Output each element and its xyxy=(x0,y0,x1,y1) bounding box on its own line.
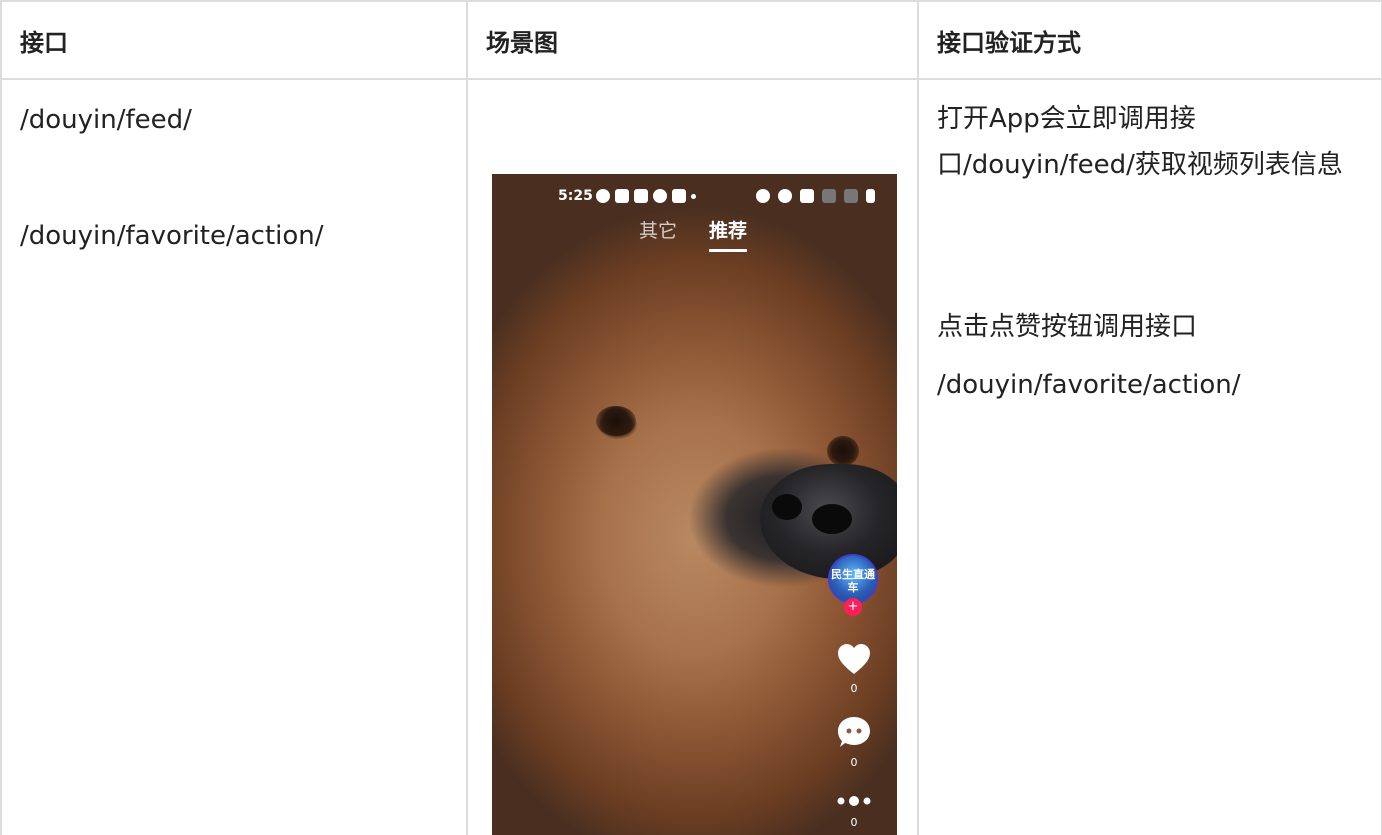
alarm-icon xyxy=(756,189,770,203)
avatar-text: 民生直通车 xyxy=(831,568,875,594)
bear-eye xyxy=(596,406,636,436)
cell-verification-method: 打开App会立即调用接口/douyin/feed/获取视频列表信息 点击点赞按钮… xyxy=(917,78,1382,835)
verification-feed-text: 打开App会立即调用接口/douyin/feed/获取视频列表信息 xyxy=(937,104,1343,180)
share-count: 0 xyxy=(850,816,858,829)
follow-button[interactable]: + xyxy=(844,598,862,616)
status-bar: 5:25 xyxy=(492,186,897,208)
comment-count: 0 xyxy=(850,756,858,769)
status-time: 5:25 xyxy=(558,188,593,204)
browser-notification-icon xyxy=(653,189,667,203)
battery-icon xyxy=(866,189,875,203)
cell-endpoints: /douyin/feed/ /douyin/favorite/action/ xyxy=(0,78,468,835)
header-interface: 接口 xyxy=(0,0,468,80)
app-notification-icon xyxy=(596,189,610,203)
comment-icon[interactable] xyxy=(836,714,872,750)
heart-icon[interactable] xyxy=(836,642,872,678)
author-avatar[interactable]: 民生直通车 xyxy=(828,554,878,604)
header-scene-image: 场景图 xyxy=(466,0,919,80)
endpoint-favorite-action: /douyin/favorite/action/ xyxy=(20,221,324,251)
notification-icons xyxy=(596,189,696,203)
app-notification-icon xyxy=(672,189,686,203)
bear-nostril xyxy=(812,504,852,534)
phone-screenshot: 5:25 其它 推荐 民生直通车 + 0 0 0 xyxy=(492,174,897,835)
share-more-icon[interactable] xyxy=(835,794,873,808)
active-tab-indicator xyxy=(709,249,747,252)
cell-scene-image: 5:25 其它 推荐 民生直通车 + 0 0 0 xyxy=(466,78,919,835)
signal-icon xyxy=(844,189,858,203)
verification-like-endpoint: /douyin/favorite/action/ xyxy=(937,370,1241,400)
signal-icon xyxy=(822,189,836,203)
do-not-disturb-icon xyxy=(778,189,792,203)
bear-eye xyxy=(827,436,859,466)
table-row: /douyin/feed/ /douyin/favorite/action/ 5… xyxy=(0,78,1382,835)
interface-table: 接口 场景图 接口验证方式 /douyin/feed/ /douyin/favo… xyxy=(0,0,1382,835)
feed-tabs: 其它 推荐 xyxy=(492,216,897,256)
like-count: 0 xyxy=(850,682,858,695)
system-icons xyxy=(756,189,875,203)
header-verification-method: 接口验证方式 xyxy=(917,0,1382,80)
endpoint-feed: /douyin/feed/ xyxy=(20,105,192,135)
bear-nostril xyxy=(772,494,802,520)
tab-recommend[interactable]: 推荐 xyxy=(709,216,747,243)
tab-other[interactable]: 其它 xyxy=(639,216,677,243)
more-notifications-dot-icon xyxy=(691,194,696,199)
douyin-notification-icon xyxy=(615,189,629,203)
douyin-notification-icon xyxy=(634,189,648,203)
wifi-icon xyxy=(800,189,814,203)
verification-like-text: 点击点赞按钮调用接口 xyxy=(937,312,1198,342)
table-header-row: 接口 场景图 接口验证方式 xyxy=(0,0,1382,80)
